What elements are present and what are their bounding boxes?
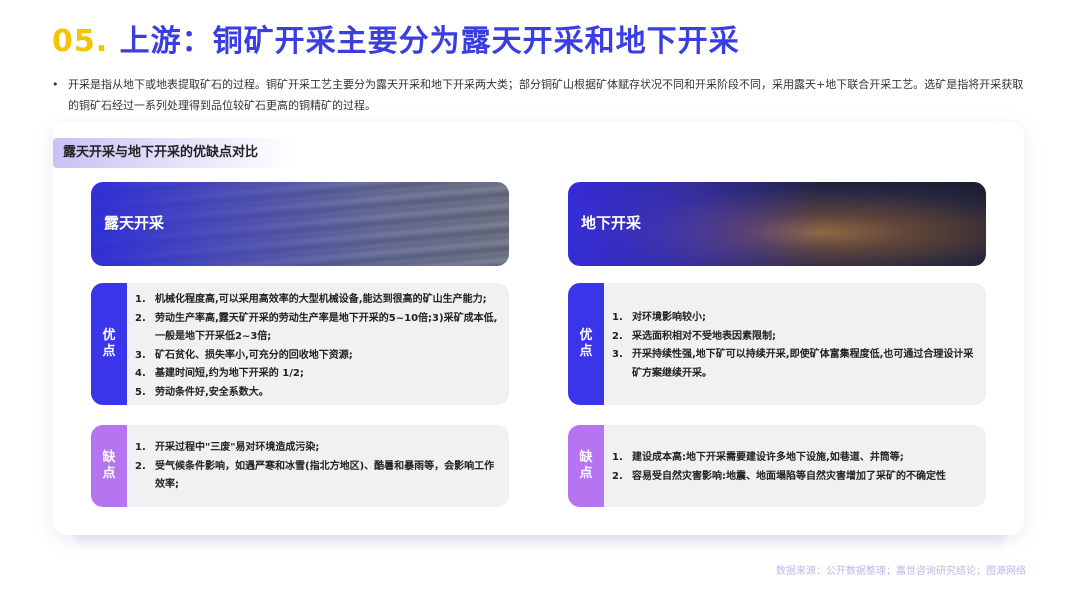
item-number: 5. <box>135 386 146 398</box>
item-text: 基建时间短,约为地下开采的 1/2; <box>155 368 304 379</box>
open-pit-pros-card: 优 点 1. 机械化程度高,可以采用高效率的大型机械设备,能达到很高的矿山生产能力… <box>91 283 509 405</box>
item-text: 开采持续性强,地下矿可以持续开采,即使矿体富集程度低,也可通过合理设计采矿方案继… <box>632 349 974 379</box>
cons-tag-char: 点 <box>579 466 593 481</box>
list-item: 3. 开采持续性强,地下矿可以持续开采,即使矿体富集程度低,也可通过合理设计采矿方… <box>612 346 976 383</box>
open-pit-cons-card: 缺 点 1. 开采过程中"三废"易对环境造成污染; 2. 受气候条件影响，如遇严寒和… <box>91 425 509 507</box>
open-pit-cons-list: 1. 开采过程中"三废"易对环境造成污染; 2. 受气候条件影响，如遇严寒和冰雪(指… <box>135 439 499 495</box>
item-number: 1. <box>612 312 623 323</box>
item-number: 2. <box>135 460 146 472</box>
item-number: 4. <box>135 368 146 379</box>
intro-text: 开采是指从地下或地表提取矿石的过程。铜矿开采工艺主要分为露天开采和地下开采两大类… <box>68 78 1024 112</box>
pros-tag: 优 点 <box>568 283 604 405</box>
item-text: 建设成本高:地下开采需要建设许多地下设施,如巷道、井筒等; <box>632 452 904 463</box>
item-text: 采选面积相对不受地表因素限制; <box>632 330 776 342</box>
list-item: 5. 劳动条件好,安全系数大。 <box>135 384 499 403</box>
page-title: 05. 上游：铜矿开采主要分为露天开采和地下开采 <box>52 16 740 60</box>
intro-paragraph: • 开采是指从地下或地表提取矿石的过程。铜矿开采工艺主要分为露天开采和地下开采两… <box>52 74 1032 116</box>
pros-tag-char: 点 <box>579 344 593 359</box>
underground-pros-card: 优 点 1. 对环境影响较小; 2. 采选面积相对不受地表因素限制; 3. 开采持续性… <box>568 283 986 405</box>
item-number: 3. <box>612 349 623 360</box>
cons-tag: 缺 点 <box>568 425 604 507</box>
cons-tag-char: 缺 <box>102 450 116 465</box>
item-text: 受气候条件影响，如遇严寒和冰雪(指北方地区)、酷暑和暴雨等，会影响工作效率; <box>155 460 495 491</box>
item-text: 机械化程度高,可以采用高效率的大型机械设备,能达到很高的矿山生产能力; <box>155 294 487 305</box>
item-text: 劳动条件好,安全系数大。 <box>155 386 269 398</box>
item-number: 1. <box>135 442 146 453</box>
list-item: 1. 开采过程中"三废"易对环境造成污染; <box>135 439 499 458</box>
list-item: 2. 受气候条件影响，如遇严寒和冰雪(指北方地区)、酷暑和暴雨等，会影响工作效率; <box>135 458 499 495</box>
open-pit-label: 露天开采 <box>104 214 165 232</box>
list-item: 2. 劳动生产率高,露天矿开采的劳动生产率是地下开采的5~10倍;3)采矿成本低,… <box>135 310 499 347</box>
item-number: 2. <box>612 470 623 482</box>
cons-tag-char: 缺 <box>579 450 593 465</box>
item-text: 对环境影响较小; <box>632 312 706 323</box>
pros-tag-char: 点 <box>102 344 116 359</box>
item-text: 开采过程中"三废"易对环境造成污染; <box>155 442 320 453</box>
item-text: 劳动生产率高,露天矿开采的劳动生产率是地下开采的5~10倍;3)采矿成本低,一般… <box>155 312 498 343</box>
underground-cons-list: 1. 建设成本高:地下开采需要建设许多地下设施,如巷道、井筒等; 2. 容易受自然灾… <box>612 449 976 486</box>
list-item: 1. 对环境影响较小; <box>612 309 976 328</box>
item-text: 容易受自然灾害影响:地震、地面塌陷等自然灾害增加了采矿的不确定性 <box>632 470 946 482</box>
list-item: 1. 机械化程度高,可以采用高效率的大型机械设备,能达到很高的矿山生产能力; <box>135 291 499 310</box>
item-number: 3. <box>135 349 146 361</box>
pros-tag: 优 点 <box>91 283 127 405</box>
item-number: 1. <box>612 452 623 463</box>
underground-pros-list: 1. 对环境影响较小; 2. 采选面积相对不受地表因素限制; 3. 开采持续性强,地下… <box>612 309 976 383</box>
item-number: 2. <box>612 330 623 342</box>
list-item: 2. 容易受自然灾害影响:地震、地面塌陷等自然灾害增加了采矿的不确定性 <box>612 468 976 487</box>
pros-tag-char: 优 <box>102 328 116 343</box>
list-item: 1. 建设成本高:地下开采需要建设许多地下设施,如巷道、井筒等; <box>612 449 976 468</box>
item-number: 2. <box>135 312 146 324</box>
open-pit-pros-list: 1. 机械化程度高,可以采用高效率的大型机械设备,能达到很高的矿山生产能力; 2.… <box>135 291 499 402</box>
list-item: 4. 基建时间短,约为地下开采的 1/2; <box>135 365 499 384</box>
underground-cons-card: 缺 点 1. 建设成本高:地下开采需要建设许多地下设施,如巷道、井筒等; 2. 容易… <box>568 425 986 507</box>
underground-label: 地下开采 <box>581 214 642 232</box>
section-title: 露天开采与地下开采的优缺点对比 <box>53 138 293 168</box>
pros-tag-char: 优 <box>579 328 593 343</box>
title-text: 上游：铜矿开采主要分为露天开采和地下开采 <box>119 24 740 59</box>
list-item: 3. 矿石贫化、损失率小,可充分的回收地下资源; <box>135 347 499 366</box>
open-pit-banner-image: 露天开采 <box>91 182 509 266</box>
item-text: 矿石贫化、损失率小,可充分的回收地下资源; <box>155 349 353 361</box>
cons-tag: 缺 点 <box>91 425 127 507</box>
underground-banner-image: 地下开采 <box>568 182 986 266</box>
data-source-note: 数据来源：公开数据整理；嘉世咨询研究结论；图源网络 <box>776 566 1026 577</box>
bullet-icon: • <box>52 78 59 91</box>
cons-tag-char: 点 <box>102 466 116 481</box>
title-number: 05. <box>52 24 109 59</box>
item-number: 1. <box>135 294 146 305</box>
list-item: 2. 采选面积相对不受地表因素限制; <box>612 328 976 347</box>
